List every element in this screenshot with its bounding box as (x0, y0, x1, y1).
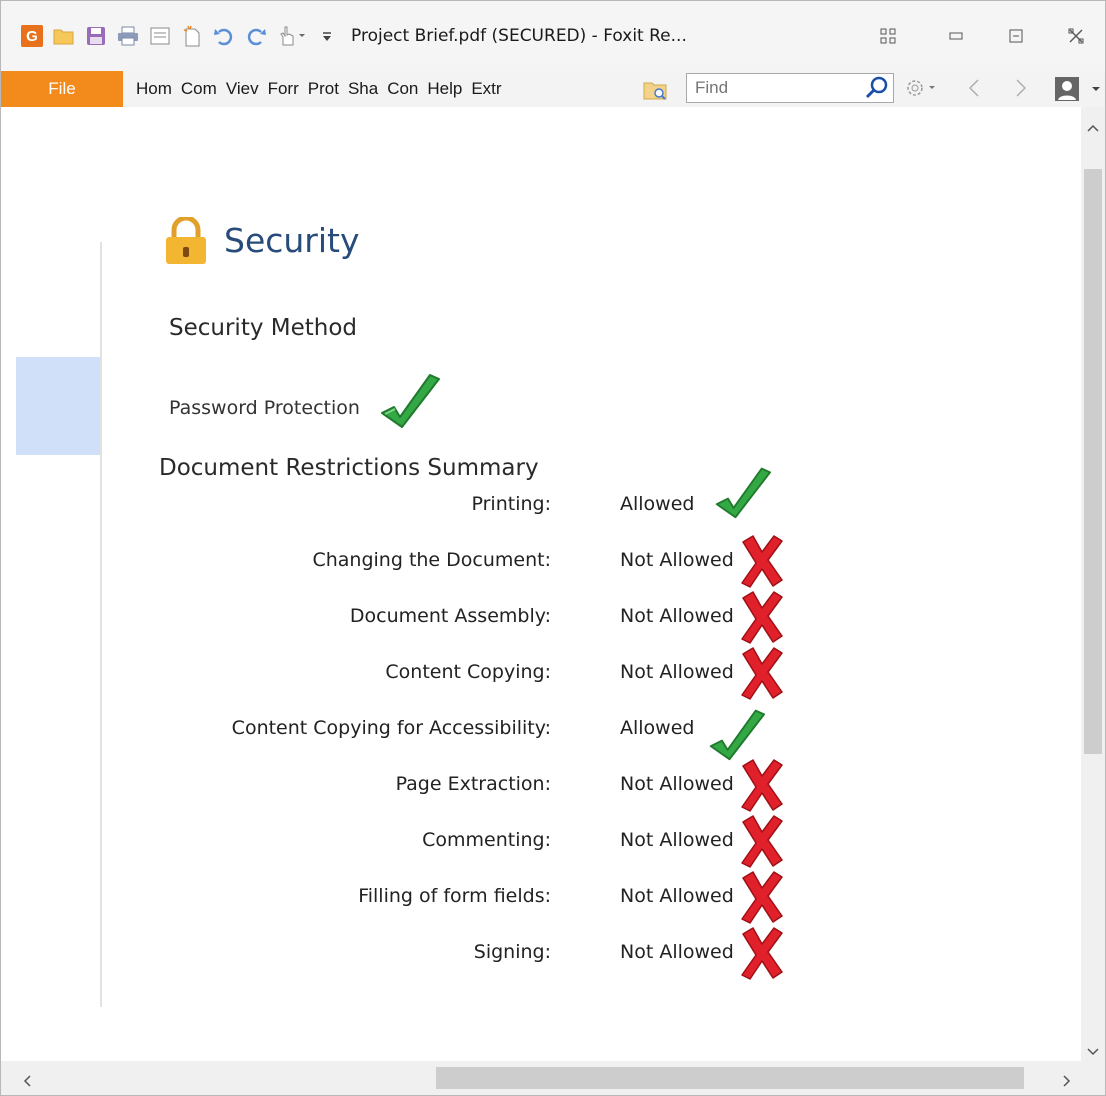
save-icon[interactable] (85, 25, 107, 47)
restriction-label: Content Copying for Accessibility: (231, 717, 551, 739)
restriction-row-extraction: Page Extraction: Not Allowed (1, 773, 1081, 803)
restriction-value: Allowed (620, 493, 695, 515)
vertical-scrollbar[interactable] (1081, 107, 1105, 1061)
restriction-row-copying: Content Copying: Not Allowed (1, 661, 1081, 691)
cross-icon (739, 812, 785, 874)
restore-ribbon-icon[interactable] (871, 1, 905, 71)
properties-icon[interactable] (149, 25, 171, 47)
print-icon[interactable] (117, 25, 139, 47)
cross-icon (739, 756, 785, 818)
restriction-row-printing: Printing: Allowed (1, 493, 1081, 523)
undo-icon[interactable] (213, 25, 235, 47)
file-tab[interactable]: File (1, 71, 123, 107)
tab-home[interactable]: Hom (136, 79, 172, 99)
restriction-value: Not Allowed (620, 885, 734, 907)
restriction-row-changing: Changing the Document: Not Allowed (1, 549, 1081, 579)
restriction-label: Content Copying: (385, 661, 551, 683)
cross-icon (739, 868, 785, 930)
restriction-row-accessibility: Content Copying for Accessibility: Allow… (1, 717, 1081, 747)
restriction-label: Printing: (471, 493, 552, 515)
tab-connect[interactable]: Con (387, 79, 418, 99)
find-input[interactable] (693, 77, 867, 99)
restriction-value: Not Allowed (620, 661, 734, 683)
search-icon[interactable] (865, 76, 889, 104)
new-document-icon[interactable] (181, 25, 203, 47)
lock-icon (162, 215, 210, 269)
restriction-value: Not Allowed (620, 829, 734, 851)
cross-icon (739, 588, 785, 650)
open-folder-icon[interactable] (53, 25, 75, 47)
cross-icon (739, 644, 785, 706)
restriction-value: Not Allowed (620, 941, 734, 963)
hand-tool-icon[interactable] (277, 25, 311, 47)
horizontal-scrollbar[interactable] (1, 1061, 1105, 1095)
check-icon (376, 369, 442, 435)
check-icon (711, 463, 773, 525)
restriction-label: Document Assembly: (349, 605, 551, 627)
window-title: Project Brief.pdf (SECURED) - Foxit Re..… (351, 26, 687, 46)
restriction-label: Filling of form fields: (358, 885, 551, 907)
minimize-button[interactable] (933, 1, 979, 71)
restriction-label: Commenting: (422, 829, 551, 851)
restriction-value: Not Allowed (620, 605, 734, 627)
restriction-row-signing: Signing: Not Allowed (1, 941, 1081, 971)
customize-toolbar-icon[interactable] (321, 25, 333, 47)
document-view: Security Security Method Password Protec… (1, 107, 1081, 1061)
tab-protect[interactable]: Prot (308, 79, 339, 99)
search-settings-icon[interactable] (904, 77, 940, 103)
tab-extras[interactable]: Extr (471, 79, 501, 99)
quick-access-toolbar: G (21, 25, 333, 47)
scroll-right-icon[interactable] (1063, 1072, 1071, 1091)
scroll-left-icon[interactable] (23, 1072, 31, 1091)
tab-help[interactable]: Help (427, 79, 462, 99)
scroll-up-icon[interactable] (1087, 117, 1099, 136)
previous-result-icon[interactable] (967, 78, 981, 102)
tab-form[interactable]: Forr (268, 79, 299, 99)
next-result-icon[interactable] (1014, 78, 1028, 102)
restriction-value: Not Allowed (620, 773, 734, 795)
close-button[interactable] (1053, 1, 1099, 71)
ribbon-tabs: Hom Com Viev Forr Prot Sha Con Help Extr (136, 71, 502, 107)
restriction-value: Not Allowed (620, 549, 734, 571)
restriction-value: Allowed (620, 717, 695, 739)
restriction-row-assembly: Document Assembly: Not Allowed (1, 605, 1081, 635)
vertical-scroll-thumb[interactable] (1084, 169, 1102, 754)
selected-panel-item[interactable] (16, 357, 100, 455)
security-method-heading: Security Method (169, 315, 358, 341)
horizontal-scroll-thumb[interactable] (436, 1067, 1024, 1089)
restriction-label: Page Extraction: (395, 773, 551, 795)
tab-comment[interactable]: Com (181, 79, 217, 99)
restriction-label: Changing the Document: (312, 549, 551, 571)
maximize-button[interactable] (993, 1, 1039, 71)
restriction-row-form-filling: Filling of form fields: Not Allowed (1, 885, 1081, 915)
scroll-down-icon[interactable] (1087, 1041, 1099, 1060)
cross-icon (739, 532, 785, 594)
security-method-value: Password Protection (169, 397, 360, 419)
restriction-row-commenting: Commenting: Not Allowed (1, 829, 1081, 859)
cross-icon (739, 924, 785, 986)
foxit-app-icon[interactable]: G (21, 25, 43, 47)
tab-share[interactable]: Sha (348, 79, 378, 99)
restrictions-heading: Document Restrictions Summary (159, 455, 539, 481)
redo-icon[interactable] (245, 25, 267, 47)
restriction-label: Signing: (473, 941, 551, 963)
title-bar: G Project Brief.pdf (SECURED) - Foxit Re… (1, 1, 1105, 71)
user-account-icon[interactable] (1054, 76, 1104, 106)
page-title: Security (224, 221, 360, 260)
app-window: G Project Brief.pdf (SECURED) - Foxit Re… (0, 0, 1106, 1096)
find-box (686, 73, 894, 103)
advanced-search-icon[interactable] (643, 79, 669, 105)
tab-view[interactable]: Viev (226, 79, 259, 99)
